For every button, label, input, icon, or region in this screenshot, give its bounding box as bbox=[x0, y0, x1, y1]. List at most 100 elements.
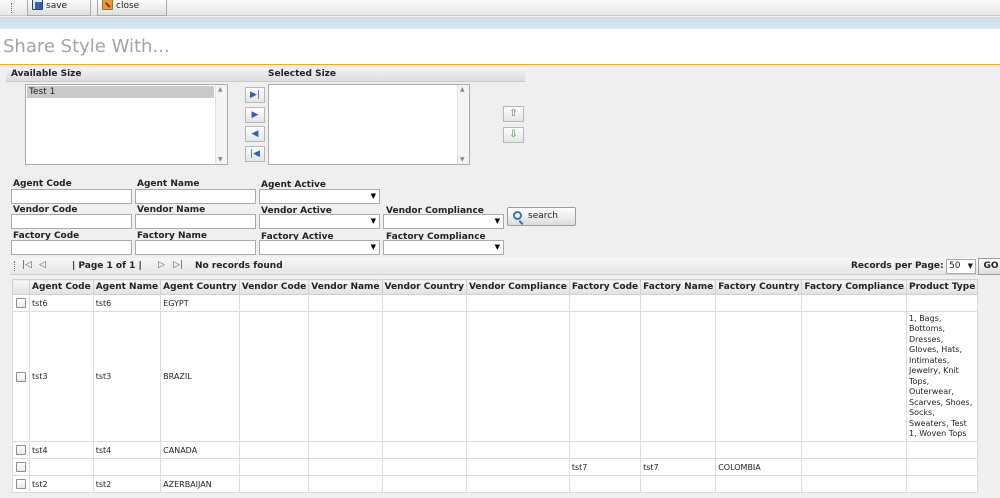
table-row[interactable]: tst2 tst2 AZERBAIJAN bbox=[12, 475, 979, 493]
pager-bar: |◁ ◁ | Page 1 of 1 | ▷ ▷| No records fou… bbox=[10, 258, 1000, 275]
page-indicator: | Page 1 of 1 | bbox=[72, 261, 142, 271]
column-header[interactable]: Vendor Country bbox=[381, 279, 467, 295]
table-cell bbox=[568, 311, 642, 442]
agent-active-select[interactable] bbox=[259, 189, 380, 204]
table-cell bbox=[801, 441, 908, 459]
available-size-option[interactable]: Test 1 bbox=[27, 86, 214, 98]
table-cell: tst4 bbox=[29, 441, 94, 459]
table-cell bbox=[801, 294, 908, 312]
table-cell bbox=[238, 441, 310, 459]
table-cell: CANADA bbox=[160, 441, 240, 459]
row-checkbox[interactable] bbox=[16, 462, 26, 472]
table-cell bbox=[465, 311, 570, 442]
table-cell bbox=[308, 441, 383, 459]
table-cell bbox=[906, 294, 979, 312]
product-type-cell: 1, Bags, Bottoms, Dresses, Gloves, Hats,… bbox=[906, 311, 979, 442]
move-up-button[interactable]: ⇧ bbox=[503, 106, 524, 122]
column-header[interactable]: Agent Country bbox=[160, 279, 240, 295]
table-cell bbox=[381, 441, 467, 459]
move-down-button[interactable]: ⇩ bbox=[503, 127, 524, 143]
agent-code-input[interactable] bbox=[11, 189, 132, 204]
search-button[interactable]: search bbox=[507, 207, 576, 226]
toolbar: save close bbox=[0, 0, 1000, 16]
move-first-icon: |◀ bbox=[250, 149, 260, 159]
column-header[interactable]: Factory Code bbox=[568, 279, 642, 295]
factory-name-input[interactable] bbox=[135, 240, 256, 255]
row-checkbox[interactable] bbox=[16, 371, 26, 382]
save-button[interactable]: save bbox=[27, 0, 91, 16]
column-header[interactable]: Factory Name bbox=[640, 279, 717, 295]
next-page-icon[interactable]: ▷ bbox=[158, 260, 165, 270]
table-cell bbox=[640, 294, 717, 312]
table-cell bbox=[465, 475, 570, 493]
table-cell bbox=[715, 475, 803, 493]
first-page-icon[interactable]: |◁ bbox=[22, 260, 32, 270]
table-cell bbox=[906, 458, 979, 476]
records-per-page-select[interactable]: 50 bbox=[946, 259, 976, 274]
table-cell bbox=[568, 441, 642, 459]
move-all-right-button[interactable]: ▶| bbox=[245, 87, 265, 103]
selected-size-list[interactable] bbox=[268, 84, 470, 165]
available-size-list[interactable]: Test 1 bbox=[25, 84, 228, 165]
column-header[interactable]: Vendor Compliance bbox=[465, 279, 570, 295]
column-header[interactable]: Factory Compliance bbox=[801, 279, 908, 295]
move-down-icon: ⇩ bbox=[509, 129, 518, 140]
table-cell bbox=[640, 311, 717, 442]
row-checkbox[interactable] bbox=[16, 445, 26, 455]
table-row[interactable]: tst3 tst3 BRAZIL 1, Bags, Bottoms, Dress… bbox=[12, 311, 979, 442]
move-all-left-button[interactable]: |◀ bbox=[245, 146, 265, 162]
row-checkbox[interactable] bbox=[16, 298, 26, 308]
table-cell bbox=[640, 475, 717, 493]
table-cell bbox=[381, 294, 467, 312]
vendor-compliance-select[interactable] bbox=[383, 214, 504, 229]
selected-list-scrollbar[interactable] bbox=[457, 85, 469, 164]
close-button[interactable]: close bbox=[97, 0, 167, 16]
prev-page-icon[interactable]: ◁ bbox=[39, 260, 46, 270]
last-page-icon[interactable]: ▷| bbox=[173, 260, 183, 270]
search-icon bbox=[513, 211, 522, 220]
table-row[interactable]: tst6 tst6 EGYPT bbox=[12, 294, 979, 312]
column-header[interactable]: Agent Code bbox=[29, 279, 94, 295]
table-cell bbox=[640, 441, 717, 459]
row-checkbox[interactable] bbox=[16, 479, 26, 489]
vendor-active-select[interactable] bbox=[259, 214, 380, 229]
table-cell bbox=[906, 475, 979, 493]
go-button[interactable]: GO bbox=[978, 258, 1000, 275]
table-cell bbox=[308, 458, 383, 476]
factory-compliance-select[interactable] bbox=[383, 240, 504, 255]
table-row[interactable]: tst4 tst4 CANADA bbox=[12, 441, 979, 459]
table-cell bbox=[801, 475, 908, 493]
agent-name-input[interactable] bbox=[135, 189, 256, 204]
table-cell: tst6 bbox=[29, 294, 94, 312]
close-door-icon bbox=[102, 0, 113, 10]
table-cell: BRAZIL bbox=[160, 311, 240, 442]
column-header[interactable]: Vendor Code bbox=[238, 279, 310, 295]
table-cell bbox=[308, 475, 383, 493]
move-last-icon: ▶| bbox=[250, 90, 260, 100]
factory-code-input[interactable] bbox=[11, 240, 132, 255]
vendor-code-input[interactable] bbox=[11, 214, 132, 229]
row-select-cell bbox=[12, 441, 30, 459]
move-right-button[interactable]: ▶ bbox=[245, 107, 265, 123]
factory-active-select[interactable] bbox=[259, 240, 380, 255]
row-select-cell bbox=[12, 294, 30, 312]
vendor-name-input[interactable] bbox=[135, 214, 256, 229]
move-left-button[interactable]: ◀ bbox=[245, 126, 265, 142]
column-header[interactable]: Product Type bbox=[906, 279, 979, 295]
table-row[interactable]: tst7 tst7 COLOMBIA bbox=[12, 458, 979, 476]
table-header-row: Agent Code Agent Name Agent Country Vend… bbox=[12, 279, 979, 295]
table-cell bbox=[238, 294, 310, 312]
table-cell: tst6 bbox=[92, 294, 162, 312]
column-header[interactable]: Agent Name bbox=[92, 279, 162, 295]
table-cell bbox=[801, 458, 908, 476]
column-header[interactable]: Vendor Name bbox=[308, 279, 383, 295]
table-cell bbox=[29, 458, 94, 476]
move-up-icon: ⇧ bbox=[509, 108, 518, 119]
table-cell bbox=[465, 441, 570, 459]
close-label: close bbox=[116, 1, 140, 11]
table-cell bbox=[238, 458, 310, 476]
column-header[interactable]: Factory Country bbox=[715, 279, 803, 295]
available-list-scrollbar[interactable] bbox=[215, 85, 227, 164]
row-select-cell bbox=[12, 311, 30, 442]
table-cell bbox=[465, 294, 570, 312]
